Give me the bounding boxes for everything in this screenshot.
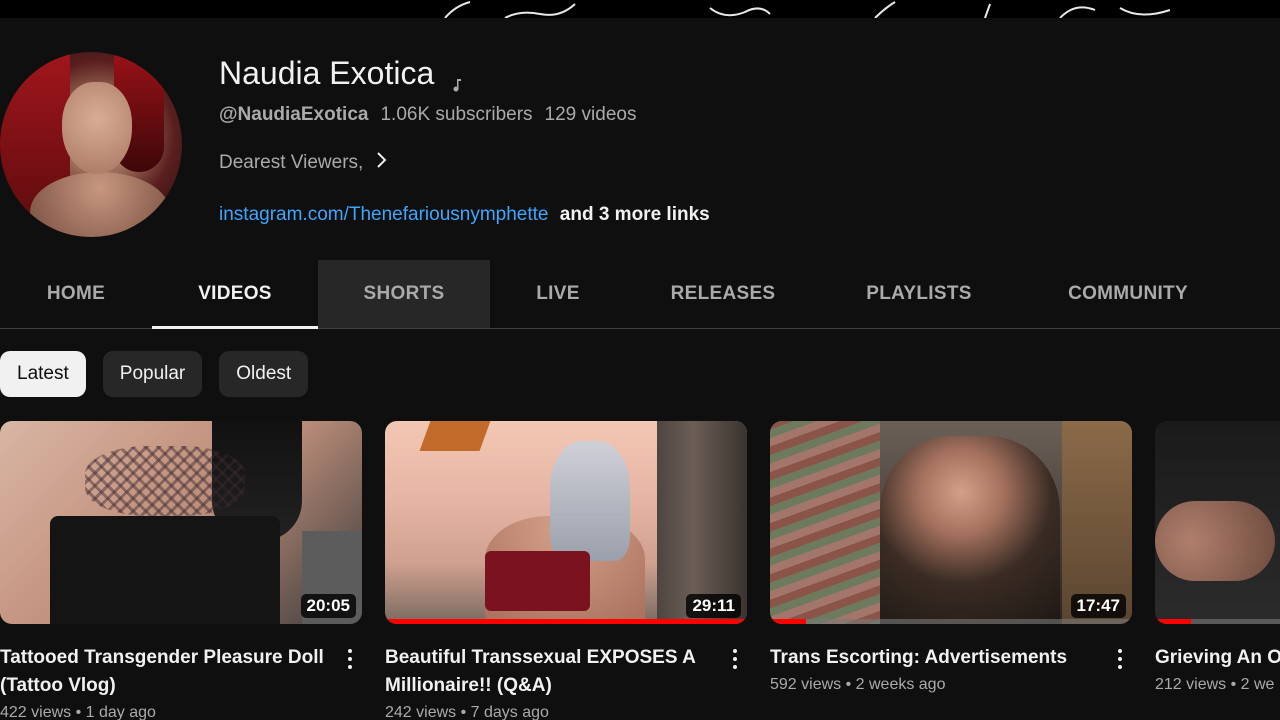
chip-oldest[interactable]: Oldest [219, 351, 309, 397]
avatar-face [62, 82, 132, 174]
tab-shorts[interactable]: SHORTS [318, 260, 490, 328]
video-count: 129 videos [544, 104, 637, 125]
subscriber-count: 1.06K subscribers [380, 104, 533, 125]
video-duration: 29:11 [686, 594, 741, 618]
video-duration: 20:05 [300, 594, 356, 618]
channel-avatar[interactable] [0, 52, 182, 237]
watch-progress [770, 619, 807, 624]
video-title[interactable]: Trans Escorting: Advertisements [770, 644, 1100, 672]
video-meta: 212 views • 2 we [1155, 676, 1275, 693]
tab-home[interactable]: HOME [0, 260, 152, 328]
thumb-detail [770, 421, 880, 624]
tab-community[interactable]: COMMUNITY [1018, 260, 1238, 328]
thumb-detail [419, 421, 491, 451]
channel-links: instagram.com/Thenefariousnymphette and … [219, 204, 710, 226]
video-card[interactable]: 17:47 Trans Escorting: Advertisements 59… [770, 421, 1132, 694]
video-card[interactable]: 20:05 Tattooed Transgender Pleasure Doll… [0, 421, 362, 720]
more-options-icon[interactable] [1112, 647, 1128, 671]
watch-progress-track [770, 619, 1132, 624]
channel-banner [0, 0, 1280, 18]
thumb-detail [880, 436, 1060, 624]
channel-handle: @NaudiaExotica [219, 104, 369, 125]
tab-playlists[interactable]: PLAYLISTS [820, 260, 1018, 328]
video-card[interactable]: 29:11 Beautiful Transsexual EXPOSES A Mi… [385, 421, 747, 720]
channel-meta: @NaudiaExotica 1.06K subscribers 129 vid… [219, 104, 636, 126]
watch-progress [385, 619, 747, 624]
thumb-detail [550, 441, 630, 561]
chevron-right-icon [375, 150, 389, 176]
thumb-detail [85, 446, 245, 516]
channel-tabs: HOME VIDEOS SHORTS LIVE RELEASES PLAYLIS… [0, 260, 1280, 329]
tab-releases[interactable]: RELEASES [626, 260, 820, 328]
video-title[interactable]: Beautiful Transsexual EXPOSES A Milliona… [385, 644, 715, 700]
video-thumbnail[interactable]: 29:11 [385, 421, 747, 624]
sort-chips: Latest Popular Oldest [0, 351, 309, 397]
more-options-icon[interactable] [727, 647, 743, 671]
chip-popular[interactable]: Popular [102, 351, 203, 397]
chip-latest[interactable]: Latest [0, 351, 86, 397]
tab-videos[interactable]: VIDEOS [152, 260, 318, 329]
description-text: Dearest Viewers, [219, 152, 364, 173]
video-duration: 17:47 [1070, 594, 1126, 618]
video-thumbnail[interactable]: 17:47 [770, 421, 1132, 624]
channel-name-text: Naudia Exotica [219, 55, 435, 91]
video-meta: 242 views • 7 days ago [385, 704, 549, 720]
video-card[interactable]: Grieving An Ol 212 views • 2 we [1155, 421, 1280, 694]
video-meta: 422 views • 1 day ago [0, 704, 156, 720]
video-title[interactable]: Tattooed Transgender Pleasure Doll (Tatt… [0, 644, 330, 700]
tab-live[interactable]: LIVE [490, 260, 626, 328]
video-meta: 592 views • 2 weeks ago [770, 676, 946, 693]
more-links-button[interactable]: and 3 more links [560, 204, 710, 225]
music-note-icon [448, 65, 466, 91]
thumb-detail [485, 551, 590, 611]
watch-progress [1155, 619, 1192, 624]
video-title[interactable]: Grieving An Ol [1155, 644, 1280, 672]
thumb-detail [50, 516, 280, 624]
video-thumbnail[interactable] [1155, 421, 1280, 624]
channel-description[interactable]: Dearest Viewers, [219, 150, 389, 176]
video-thumbnail[interactable]: 20:05 [0, 421, 362, 624]
channel-name: Naudia Exotica [219, 55, 466, 92]
thumb-detail [1155, 501, 1275, 581]
instagram-link[interactable]: instagram.com/Thenefariousnymphette [219, 204, 549, 225]
more-options-icon[interactable] [342, 647, 358, 671]
